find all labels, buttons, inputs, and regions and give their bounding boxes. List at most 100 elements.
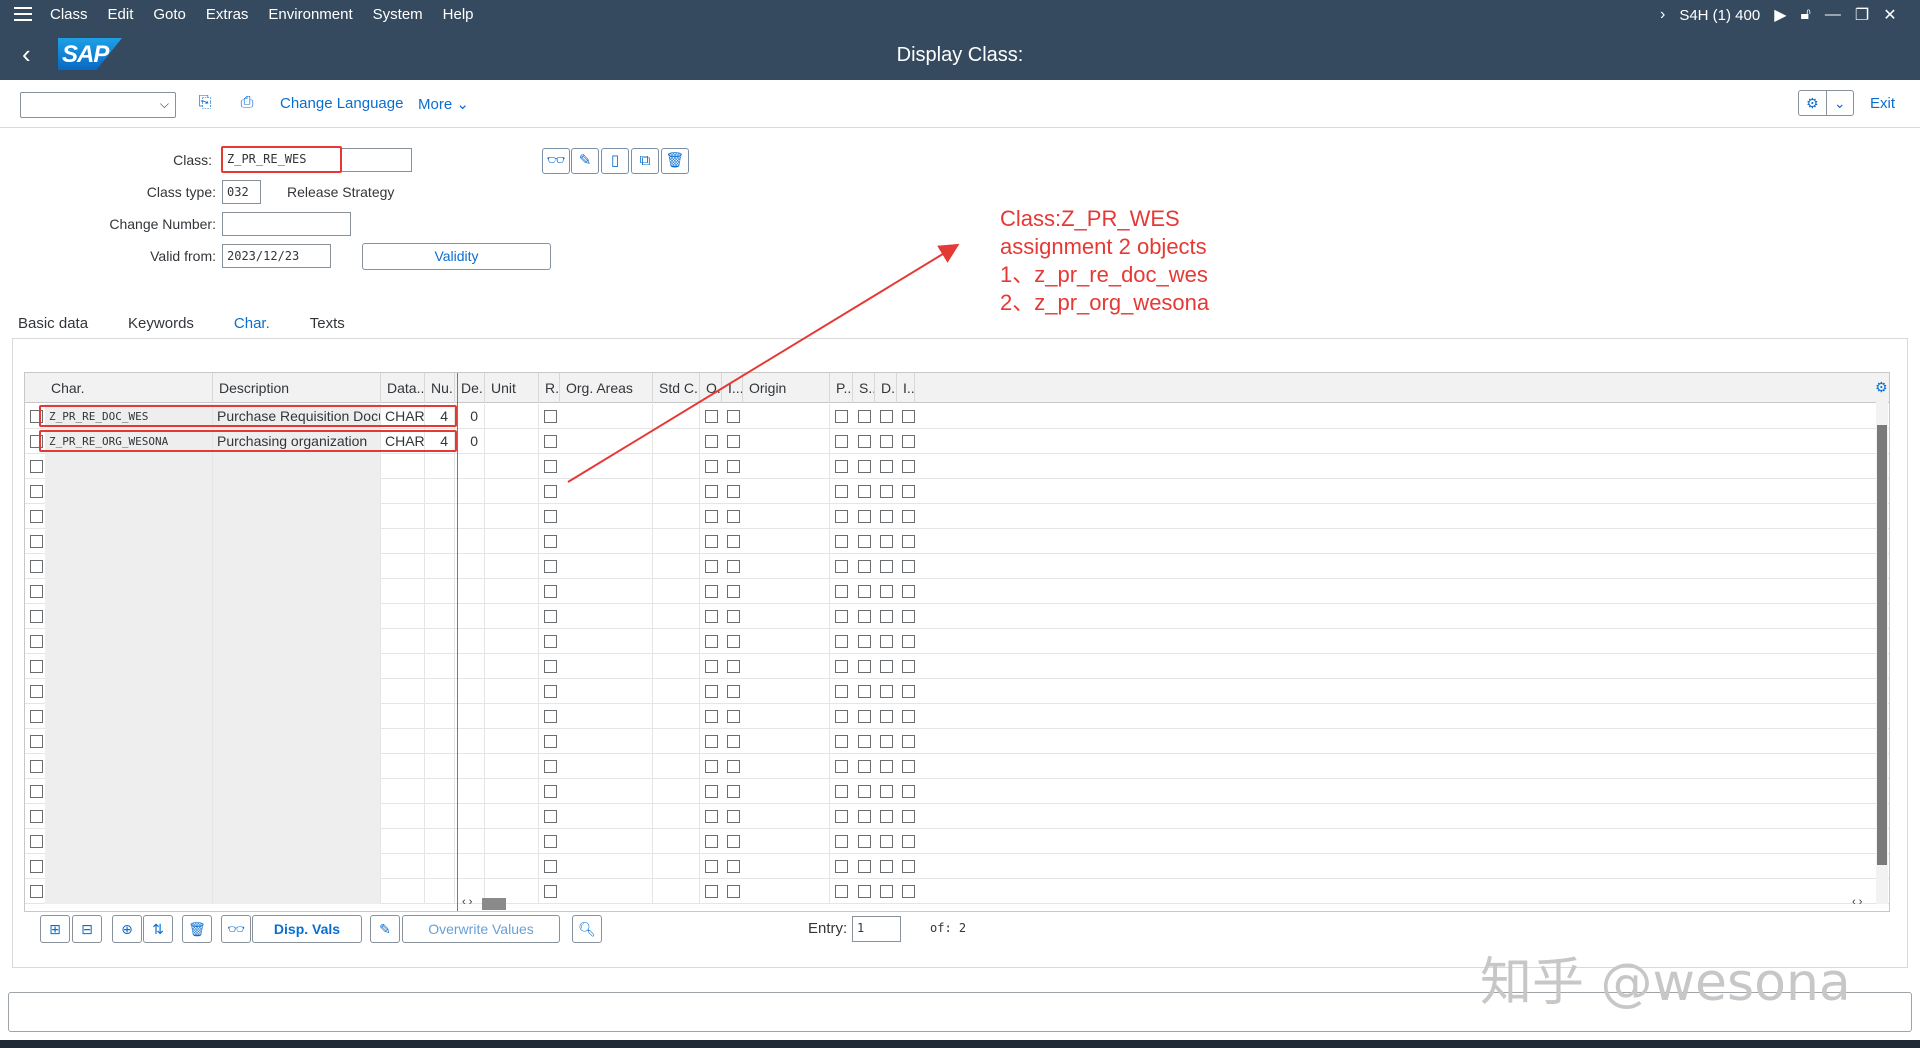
back-arrow-icon[interactable]: ‹ xyxy=(22,41,42,68)
table-row[interactable] xyxy=(25,654,1889,679)
decimals-cell[interactable] xyxy=(455,604,485,629)
row-select-checkbox[interactable] xyxy=(30,760,43,773)
char-cell[interactable] xyxy=(45,854,213,879)
char-cell[interactable] xyxy=(45,779,213,804)
char-cell[interactable] xyxy=(45,804,213,829)
row-checkbox[interactable] xyxy=(727,710,740,723)
settings-screen-icon[interactable]: ⚙ xyxy=(1799,91,1826,115)
row-checkbox[interactable] xyxy=(727,835,740,848)
table-row[interactable] xyxy=(25,854,1889,879)
row-checkbox[interactable] xyxy=(835,585,848,598)
row-checkbox[interactable] xyxy=(544,885,557,898)
row-checkbox[interactable] xyxy=(727,585,740,598)
origin-cell[interactable] xyxy=(743,479,830,504)
decimals-cell[interactable] xyxy=(455,629,485,654)
overwrite-icon[interactable]: ✎ xyxy=(370,915,400,943)
row-checkbox[interactable] xyxy=(880,710,893,723)
menu-class[interactable]: Class xyxy=(50,6,88,23)
column-header-i[interactable]: I... xyxy=(722,373,743,403)
column-header-s[interactable]: S... xyxy=(853,373,875,403)
row-checkbox[interactable] xyxy=(835,460,848,473)
row-checkbox[interactable] xyxy=(902,785,915,798)
chevron-right-icon[interactable]: › xyxy=(1660,6,1665,24)
column-header-data-type[interactable]: Data... xyxy=(381,373,425,403)
table-row[interactable]: Z_PR_RE_ORG_WESONA Purchasing organizatio… xyxy=(25,429,1889,454)
data-type-cell[interactable] xyxy=(381,529,425,554)
row-checkbox[interactable] xyxy=(835,735,848,748)
row-checkbox[interactable] xyxy=(544,510,557,523)
row-checkbox[interactable] xyxy=(835,835,848,848)
data-type-cell[interactable] xyxy=(381,804,425,829)
overwrite-values-button[interactable]: Overwrite Values xyxy=(402,915,560,943)
column-header-i2[interactable]: I... xyxy=(897,373,915,403)
row-checkbox[interactable] xyxy=(858,810,871,823)
char-cell[interactable] xyxy=(45,879,213,904)
std-c-cell[interactable] xyxy=(653,604,700,629)
frozen-column-divider[interactable] xyxy=(457,373,458,911)
std-c-cell[interactable] xyxy=(653,704,700,729)
origin-cell[interactable] xyxy=(743,704,830,729)
unlock-icon[interactable]: 🔓︎ xyxy=(1801,6,1811,24)
data-type-cell[interactable] xyxy=(381,479,425,504)
origin-cell[interactable] xyxy=(743,829,830,854)
description-cell[interactable] xyxy=(213,504,381,529)
row-checkbox[interactable] xyxy=(902,560,915,573)
description-cell[interactable] xyxy=(213,754,381,779)
menu-edit[interactable]: Edit xyxy=(108,6,134,23)
play-icon[interactable]: ▶ xyxy=(1774,5,1786,25)
decimals-cell[interactable] xyxy=(455,804,485,829)
table-row[interactable] xyxy=(25,579,1889,604)
data-type-cell[interactable] xyxy=(381,629,425,654)
row-checkbox[interactable] xyxy=(835,785,848,798)
row-checkbox[interactable] xyxy=(858,635,871,648)
char-cell[interactable] xyxy=(45,454,213,479)
decimals-cell[interactable] xyxy=(455,654,485,679)
std-c-cell[interactable] xyxy=(653,429,700,454)
row-checkbox[interactable] xyxy=(835,760,848,773)
decimals-cell[interactable] xyxy=(455,529,485,554)
org-areas-cell[interactable] xyxy=(560,829,653,854)
org-areas-cell[interactable] xyxy=(560,529,653,554)
row-checkbox[interactable] xyxy=(880,435,893,448)
unit-cell[interactable] xyxy=(485,504,539,529)
row-checkbox[interactable] xyxy=(705,885,718,898)
row-checkbox[interactable] xyxy=(902,460,915,473)
change-language-button[interactable]: Change Language xyxy=(280,95,403,112)
hamburger-menu-icon[interactable] xyxy=(14,7,32,23)
row-checkbox[interactable] xyxy=(544,735,557,748)
char-cell[interactable] xyxy=(45,754,213,779)
origin-cell[interactable] xyxy=(743,779,830,804)
origin-cell[interactable] xyxy=(743,879,830,904)
std-c-cell[interactable] xyxy=(653,454,700,479)
row-checkbox[interactable] xyxy=(858,535,871,548)
table-row[interactable] xyxy=(25,679,1889,704)
row-checkbox[interactable] xyxy=(880,535,893,548)
num-chars-cell[interactable] xyxy=(425,679,455,704)
data-type-cell[interactable] xyxy=(381,554,425,579)
table-row[interactable] xyxy=(25,729,1889,754)
origin-cell[interactable] xyxy=(743,554,830,579)
create-document-icon[interactable]: ▯ xyxy=(601,148,629,174)
valid-from-input[interactable]: 2023/12/23 xyxy=(222,244,331,268)
data-type-cell[interactable] xyxy=(381,654,425,679)
row-checkbox[interactable] xyxy=(880,760,893,773)
row-checkbox[interactable] xyxy=(902,510,915,523)
row-checkbox[interactable] xyxy=(727,485,740,498)
origin-cell[interactable] xyxy=(743,454,830,479)
org-areas-cell[interactable] xyxy=(560,504,653,529)
char-cell[interactable] xyxy=(45,654,213,679)
close-icon[interactable]: ✕ xyxy=(1883,5,1896,25)
unit-cell[interactable] xyxy=(485,854,539,879)
data-type-cell[interactable] xyxy=(381,779,425,804)
row-checkbox[interactable] xyxy=(858,485,871,498)
table-row[interactable] xyxy=(25,704,1889,729)
row-checkbox[interactable] xyxy=(858,610,871,623)
row-checkbox[interactable] xyxy=(835,810,848,823)
row-checkbox[interactable] xyxy=(727,560,740,573)
char-cell[interactable] xyxy=(45,529,213,554)
row-checkbox[interactable] xyxy=(705,435,718,448)
char-cell[interactable] xyxy=(45,479,213,504)
num-chars-cell[interactable] xyxy=(425,654,455,679)
unit-cell[interactable] xyxy=(485,829,539,854)
row-select-checkbox[interactable] xyxy=(30,460,43,473)
